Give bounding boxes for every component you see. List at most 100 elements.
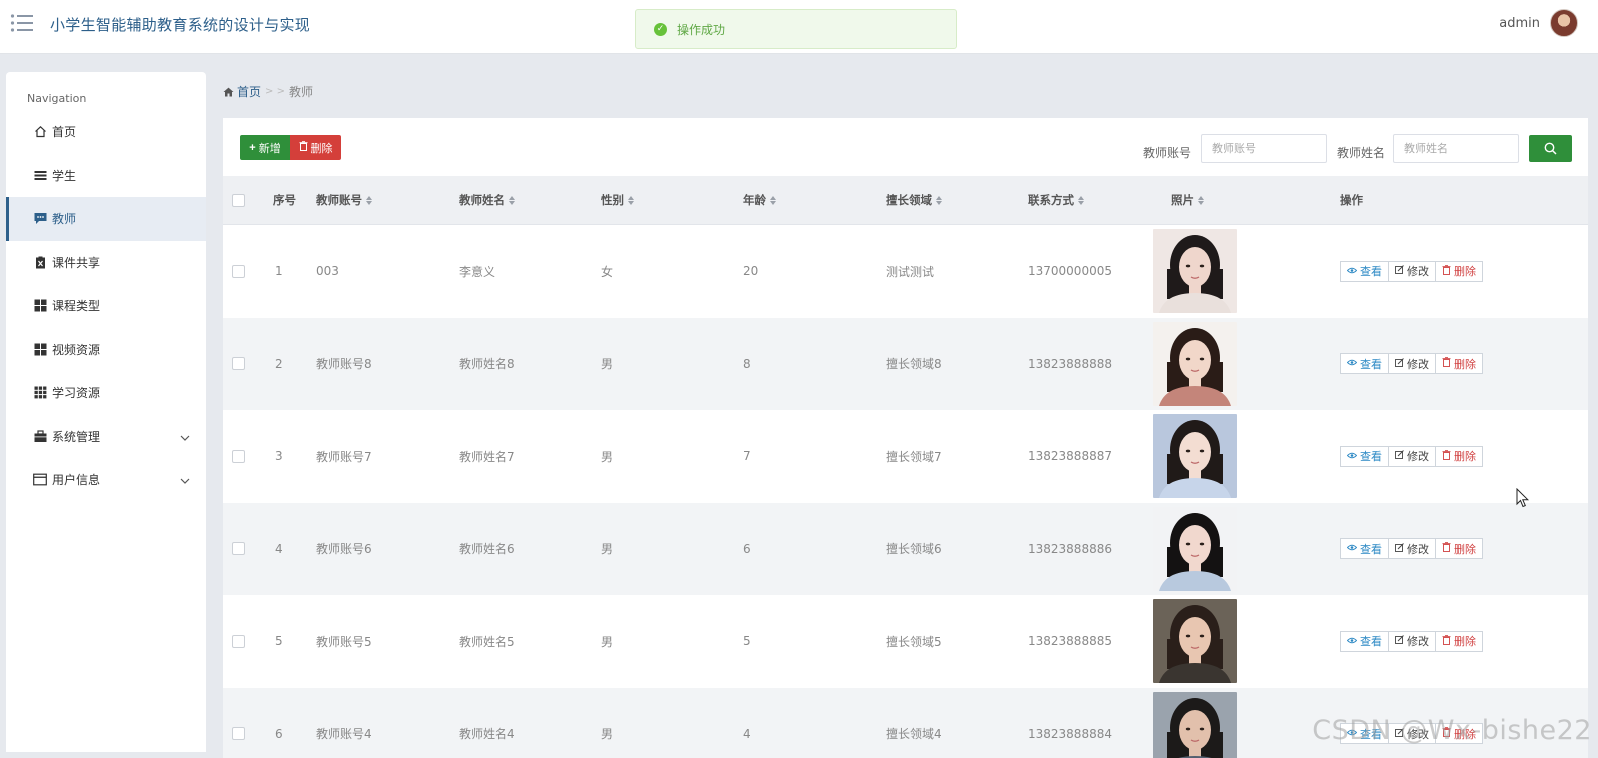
view-button[interactable]: 查看 [1340,631,1389,652]
user-menu[interactable]: admin [1499,9,1578,37]
row-account: 教师账号5 [316,595,372,688]
header-name[interactable]: 教师姓名 [459,176,515,224]
row-checkbox[interactable] [232,635,245,648]
edit-button[interactable]: 修改 [1388,538,1436,559]
sidebar-item-home[interactable]: 首页 [6,110,206,154]
row-name-text: 教师姓名6 [459,540,515,557]
edit-button-label: 修改 [1407,541,1429,557]
row-checkbox[interactable] [232,450,245,463]
search-name-input[interactable] [1393,134,1519,163]
view-button-label: 查看 [1360,356,1382,372]
view-button[interactable]: 查看 [1340,538,1389,559]
row-name-text: 教师姓名7 [459,448,515,465]
header-gender[interactable]: 性别 [601,176,634,224]
chat-icon [33,212,47,226]
delete-button[interactable]: 删除 [1435,538,1483,559]
search-icon [1544,142,1557,155]
sidebar-item-courseware[interactable]: 课件共享 [6,241,206,285]
table-header: 序号 教师账号 教师姓名 性别 年龄 擅长领域 联系方式 照片 [223,176,1588,225]
mouse-cursor-icon [1516,488,1530,508]
row-gender: 男 [601,318,613,411]
sidebar-item-system[interactable]: 系统管理 [6,415,206,459]
view-button[interactable]: 查看 [1340,353,1389,374]
row-field: 擅长领域7 [886,410,942,503]
edit-icon [1395,635,1404,647]
sidebar-item-label: 学习资源 [52,384,100,401]
row-checkbox[interactable] [232,542,245,555]
sort-icon[interactable] [1078,196,1084,205]
sort-icon[interactable] [1198,196,1204,205]
delete-button[interactable]: 删除 [1435,446,1483,467]
sidebar-item-user-info[interactable]: 用户信息 [6,458,206,502]
header-account[interactable]: 教师账号 [316,176,372,224]
sidebar-item-teacher[interactable]: 教师 [6,197,206,241]
row-checkbox[interactable] [232,357,245,370]
avatar[interactable] [1550,9,1578,37]
header-field[interactable]: 擅长领域 [886,176,942,224]
row-gender-text: 男 [601,355,613,372]
edit-button[interactable]: 修改 [1388,446,1436,467]
sort-icon[interactable] [936,196,942,205]
delete-button-label: 删除 [1454,541,1476,557]
nav-list: 首页 学生 教师 课件共享 课程类型 [6,110,206,502]
header-photo[interactable]: 照片 [1171,176,1204,224]
row-index-text: 1 [275,264,283,278]
row-index-text: 2 [275,357,283,371]
sidebar-item-learning[interactable]: 学习资源 [6,371,206,415]
row-select-cell [232,595,245,688]
sidebar-item-video[interactable]: 视频资源 [6,328,206,372]
view-button-label: 查看 [1360,633,1382,649]
view-button[interactable]: 查看 [1340,261,1389,282]
row-account: 教师账号8 [316,318,372,411]
breadcrumb-home[interactable]: 首页 [223,83,261,100]
edit-button[interactable]: 修改 [1388,353,1436,374]
sort-icon[interactable] [628,196,634,205]
row-checkbox[interactable] [232,727,245,740]
edit-button[interactable]: 修改 [1388,261,1436,282]
batch-delete-button[interactable]: 删除 [290,135,341,160]
delete-button[interactable]: 删除 [1435,353,1483,374]
search-button[interactable] [1529,135,1572,162]
add-button-label: 新增 [259,140,281,156]
add-button[interactable]: + 新增 [240,135,290,160]
edit-button-label: 修改 [1407,263,1429,279]
row-index: 4 [275,503,283,596]
header-age[interactable]: 年龄 [743,176,776,224]
row-account: 003 [316,225,339,318]
row-index: 2 [275,318,283,411]
sort-icon[interactable] [366,196,372,205]
table-row: 4教师账号6教师姓名6男6擅长领域613823888886查看修改删除 [223,503,1588,596]
header-actions-label: 操作 [1340,192,1363,208]
table-row: 1003李意义女20测试测试13700000005查看修改删除 [223,225,1588,318]
sort-icon[interactable] [770,196,776,205]
row-contact: 13823888887 [1028,410,1112,503]
row-gender-text: 男 [601,540,613,557]
row-checkbox[interactable] [232,265,245,278]
header-index-label: 序号 [273,192,296,208]
list-icon [33,168,47,182]
sort-icon[interactable] [509,196,515,205]
row-gender-text: 男 [601,725,613,742]
row-gender-text: 男 [601,633,613,650]
row-select-cell [232,225,245,318]
delete-button[interactable]: 删除 [1435,261,1483,282]
table-row: 2教师账号8教师姓名8男8擅长领域813823888888查看修改删除 [223,318,1588,411]
sidebar-item-course-type[interactable]: 课程类型 [6,284,206,328]
row-select-cell [232,318,245,411]
select-all-checkbox[interactable] [232,194,245,207]
row-photo-cell [1153,225,1237,318]
row-name-text: 教师姓名8 [459,355,515,372]
breadcrumb-home-label: 首页 [237,83,261,100]
view-button[interactable]: 查看 [1340,446,1389,467]
row-contact: 13823888888 [1028,318,1112,411]
delete-button[interactable]: 删除 [1435,631,1483,652]
header-contact[interactable]: 联系方式 [1028,176,1084,224]
row-photo-cell [1153,410,1237,503]
sidebar-item-label: 课件共享 [52,254,100,271]
sidebar-item-student[interactable]: 学生 [6,154,206,198]
eye-icon [1347,266,1357,277]
search-account-input[interactable] [1201,134,1327,163]
menu-toggle-icon[interactable] [10,12,34,34]
edit-button[interactable]: 修改 [1388,631,1436,652]
table-row: 5教师账号5教师姓名5男5擅长领域513823888885查看修改删除 [223,595,1588,688]
